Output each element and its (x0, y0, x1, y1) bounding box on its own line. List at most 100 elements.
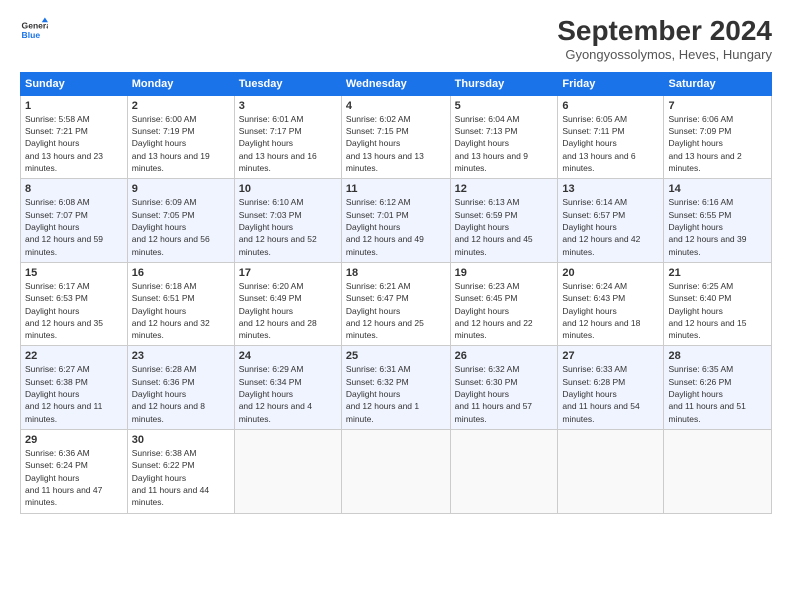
day-number: 4 (346, 100, 446, 112)
calendar-row: 1Sunrise: 5:58 AMSunset: 7:21 PMDaylight… (21, 95, 772, 179)
day-info: Sunrise: 6:24 AMSunset: 6:43 PMDaylight … (562, 280, 659, 342)
day-info: Sunrise: 6:32 AMSunset: 6:30 PMDaylight … (455, 363, 554, 425)
day-info: Sunrise: 6:33 AMSunset: 6:28 PMDaylight … (562, 363, 659, 425)
table-row: 16Sunrise: 6:18 AMSunset: 6:51 PMDayligh… (127, 262, 234, 346)
logo: General Blue (20, 16, 48, 44)
page-title: September 2024 (557, 16, 772, 47)
title-block: September 2024 Gyongyossolymos, Heves, H… (557, 16, 772, 62)
day-info: Sunrise: 6:09 AMSunset: 7:05 PMDaylight … (132, 196, 230, 258)
day-number: 24 (239, 350, 337, 362)
calendar-row: 15Sunrise: 6:17 AMSunset: 6:53 PMDayligh… (21, 262, 772, 346)
svg-text:Blue: Blue (22, 30, 41, 40)
table-row: 28Sunrise: 6:35 AMSunset: 6:26 PMDayligh… (664, 346, 772, 430)
table-row: 2Sunrise: 6:00 AMSunset: 7:19 PMDaylight… (127, 95, 234, 179)
calendar-row: 22Sunrise: 6:27 AMSunset: 6:38 PMDayligh… (21, 346, 772, 430)
table-row: 3Sunrise: 6:01 AMSunset: 7:17 PMDaylight… (234, 95, 341, 179)
page-subtitle: Gyongyossolymos, Heves, Hungary (557, 47, 772, 62)
table-row (234, 430, 341, 514)
col-thursday: Thursday (450, 72, 558, 95)
table-row: 25Sunrise: 6:31 AMSunset: 6:32 PMDayligh… (341, 346, 450, 430)
day-number: 22 (25, 350, 123, 362)
day-number: 12 (455, 183, 554, 195)
col-saturday: Saturday (664, 72, 772, 95)
table-row (450, 430, 558, 514)
table-row: 29Sunrise: 6:36 AMSunset: 6:24 PMDayligh… (21, 430, 128, 514)
day-info: Sunrise: 6:21 AMSunset: 6:47 PMDaylight … (346, 280, 446, 342)
day-number: 18 (346, 267, 446, 279)
day-number: 5 (455, 100, 554, 112)
day-number: 25 (346, 350, 446, 362)
day-number: 13 (562, 183, 659, 195)
table-row: 6Sunrise: 6:05 AMSunset: 7:11 PMDaylight… (558, 95, 664, 179)
day-info: Sunrise: 6:02 AMSunset: 7:15 PMDaylight … (346, 113, 446, 175)
table-row: 24Sunrise: 6:29 AMSunset: 6:34 PMDayligh… (234, 346, 341, 430)
day-number: 6 (562, 100, 659, 112)
day-info: Sunrise: 6:10 AMSunset: 7:03 PMDaylight … (239, 196, 337, 258)
day-info: Sunrise: 6:05 AMSunset: 7:11 PMDaylight … (562, 113, 659, 175)
day-info: Sunrise: 6:14 AMSunset: 6:57 PMDaylight … (562, 196, 659, 258)
table-row: 10Sunrise: 6:10 AMSunset: 7:03 PMDayligh… (234, 179, 341, 263)
calendar-row: 29Sunrise: 6:36 AMSunset: 6:24 PMDayligh… (21, 430, 772, 514)
day-number: 9 (132, 183, 230, 195)
table-row (341, 430, 450, 514)
day-info: Sunrise: 6:04 AMSunset: 7:13 PMDaylight … (455, 113, 554, 175)
table-row: 27Sunrise: 6:33 AMSunset: 6:28 PMDayligh… (558, 346, 664, 430)
day-info: Sunrise: 6:08 AMSunset: 7:07 PMDaylight … (25, 196, 123, 258)
day-number: 14 (668, 183, 767, 195)
table-row: 11Sunrise: 6:12 AMSunset: 7:01 PMDayligh… (341, 179, 450, 263)
table-row: 21Sunrise: 6:25 AMSunset: 6:40 PMDayligh… (664, 262, 772, 346)
day-info: Sunrise: 6:25 AMSunset: 6:40 PMDaylight … (668, 280, 767, 342)
day-number: 16 (132, 267, 230, 279)
day-number: 26 (455, 350, 554, 362)
table-row: 17Sunrise: 6:20 AMSunset: 6:49 PMDayligh… (234, 262, 341, 346)
col-sunday: Sunday (21, 72, 128, 95)
day-info: Sunrise: 6:01 AMSunset: 7:17 PMDaylight … (239, 113, 337, 175)
table-row: 19Sunrise: 6:23 AMSunset: 6:45 PMDayligh… (450, 262, 558, 346)
calendar-row: 8Sunrise: 6:08 AMSunset: 7:07 PMDaylight… (21, 179, 772, 263)
day-info: Sunrise: 6:06 AMSunset: 7:09 PMDaylight … (668, 113, 767, 175)
day-info: Sunrise: 5:58 AMSunset: 7:21 PMDaylight … (25, 113, 123, 175)
day-info: Sunrise: 6:13 AMSunset: 6:59 PMDaylight … (455, 196, 554, 258)
day-info: Sunrise: 6:31 AMSunset: 6:32 PMDaylight … (346, 363, 446, 425)
calendar-header-row: Sunday Monday Tuesday Wednesday Thursday… (21, 72, 772, 95)
table-row: 23Sunrise: 6:28 AMSunset: 6:36 PMDayligh… (127, 346, 234, 430)
table-row: 7Sunrise: 6:06 AMSunset: 7:09 PMDaylight… (664, 95, 772, 179)
col-wednesday: Wednesday (341, 72, 450, 95)
day-number: 15 (25, 267, 123, 279)
day-number: 30 (132, 434, 230, 446)
day-number: 7 (668, 100, 767, 112)
table-row: 9Sunrise: 6:09 AMSunset: 7:05 PMDaylight… (127, 179, 234, 263)
day-number: 3 (239, 100, 337, 112)
day-number: 19 (455, 267, 554, 279)
day-number: 1 (25, 100, 123, 112)
table-row: 4Sunrise: 6:02 AMSunset: 7:15 PMDaylight… (341, 95, 450, 179)
day-info: Sunrise: 6:28 AMSunset: 6:36 PMDaylight … (132, 363, 230, 425)
col-tuesday: Tuesday (234, 72, 341, 95)
day-number: 29 (25, 434, 123, 446)
table-row: 13Sunrise: 6:14 AMSunset: 6:57 PMDayligh… (558, 179, 664, 263)
day-number: 11 (346, 183, 446, 195)
table-row: 14Sunrise: 6:16 AMSunset: 6:55 PMDayligh… (664, 179, 772, 263)
day-info: Sunrise: 6:12 AMSunset: 7:01 PMDaylight … (346, 196, 446, 258)
day-number: 10 (239, 183, 337, 195)
day-number: 17 (239, 267, 337, 279)
day-number: 8 (25, 183, 123, 195)
day-number: 2 (132, 100, 230, 112)
page-header: General Blue September 2024 Gyongyossoly… (20, 16, 772, 62)
table-row: 18Sunrise: 6:21 AMSunset: 6:47 PMDayligh… (341, 262, 450, 346)
day-info: Sunrise: 6:18 AMSunset: 6:51 PMDaylight … (132, 280, 230, 342)
logo-icon: General Blue (20, 16, 48, 44)
table-row: 30Sunrise: 6:38 AMSunset: 6:22 PMDayligh… (127, 430, 234, 514)
day-info: Sunrise: 6:27 AMSunset: 6:38 PMDaylight … (25, 363, 123, 425)
day-info: Sunrise: 6:29 AMSunset: 6:34 PMDaylight … (239, 363, 337, 425)
day-info: Sunrise: 6:36 AMSunset: 6:24 PMDaylight … (25, 447, 123, 509)
table-row (558, 430, 664, 514)
table-row: 1Sunrise: 5:58 AMSunset: 7:21 PMDaylight… (21, 95, 128, 179)
table-row: 22Sunrise: 6:27 AMSunset: 6:38 PMDayligh… (21, 346, 128, 430)
day-info: Sunrise: 6:17 AMSunset: 6:53 PMDaylight … (25, 280, 123, 342)
table-row: 20Sunrise: 6:24 AMSunset: 6:43 PMDayligh… (558, 262, 664, 346)
col-monday: Monday (127, 72, 234, 95)
col-friday: Friday (558, 72, 664, 95)
day-number: 20 (562, 267, 659, 279)
table-row: 5Sunrise: 6:04 AMSunset: 7:13 PMDaylight… (450, 95, 558, 179)
